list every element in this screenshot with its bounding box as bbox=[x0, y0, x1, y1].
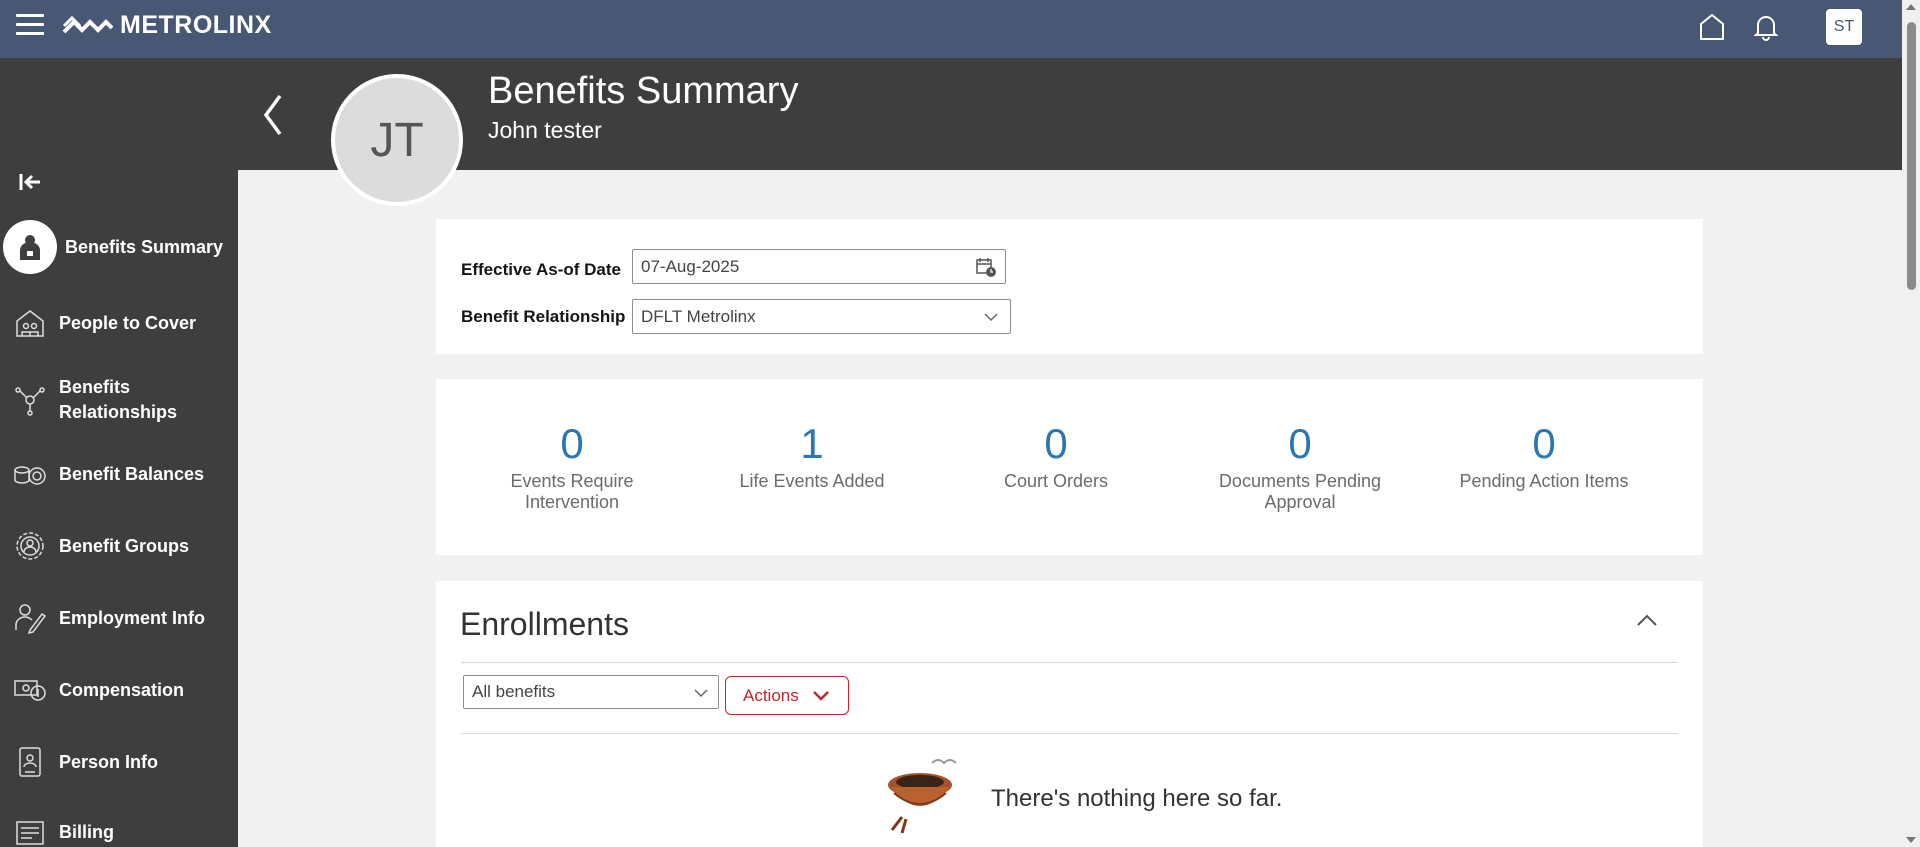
id-card-icon bbox=[13, 745, 47, 779]
sidebar-item-label: Benefit Groups bbox=[59, 535, 190, 556]
benefit-relationship-select[interactable]: DFLT Metrolinx bbox=[632, 299, 1011, 334]
stat-events-require-intervention[interactable]: 0 Events Require Intervention bbox=[462, 421, 682, 513]
stat-life-events-added[interactable]: 1 Life Events Added bbox=[702, 421, 922, 492]
sidebar-item-person-info[interactable]: Person Info bbox=[0, 745, 238, 779]
sidebar-item-compensation[interactable]: Compensation bbox=[0, 673, 238, 707]
sidebar-item-benefit-balances[interactable]: Benefit Balances bbox=[0, 457, 238, 491]
collapse-enrollments-icon[interactable] bbox=[1636, 613, 1658, 627]
chevron-down-icon bbox=[984, 313, 998, 322]
page-title: Benefits Summary bbox=[488, 70, 799, 112]
stat-value: 0 bbox=[560, 420, 584, 467]
divider bbox=[461, 733, 1678, 734]
chevron-down-icon bbox=[694, 689, 708, 698]
top-bar: METROLINX ST bbox=[0, 0, 1902, 58]
stat-label: Pending Action Items bbox=[1459, 471, 1629, 491]
empty-state-message: There's nothing here so far. bbox=[991, 785, 1283, 812]
money-icon bbox=[13, 673, 47, 707]
sidebar-item-label: Benefits Summary bbox=[65, 236, 224, 257]
bill-icon bbox=[13, 815, 47, 847]
stat-label: Life Events Added bbox=[739, 471, 885, 491]
sidebar-item-benefits-summary[interactable]: Benefits Summary bbox=[0, 220, 238, 274]
network-icon bbox=[13, 383, 47, 417]
sidebar-item-label: Compensation bbox=[59, 679, 185, 700]
stat-value: 0 bbox=[1288, 420, 1312, 467]
effective-date-input[interactable]: 07-Aug-2025 bbox=[632, 249, 1006, 284]
sidebar-item-label: Benefit Balances bbox=[59, 463, 205, 484]
sidebar-item-label: Employment Info bbox=[59, 607, 206, 628]
divider bbox=[461, 662, 1678, 663]
user-avatar-button[interactable]: ST bbox=[1826, 9, 1862, 45]
menu-icon[interactable] bbox=[16, 14, 44, 36]
stat-value: 0 bbox=[1532, 420, 1556, 467]
effective-date-label: Effective As-of Date bbox=[461, 260, 621, 279]
sidebar-item-label: Person Info bbox=[59, 751, 159, 772]
stat-court-orders[interactable]: 0 Court Orders bbox=[946, 421, 1166, 492]
stat-pending-action-items[interactable]: 0 Pending Action Items bbox=[1434, 421, 1654, 492]
benefit-relationship-value: DFLT Metrolinx bbox=[641, 306, 756, 326]
person-name: John tester bbox=[488, 117, 602, 143]
benefit-relationship-label: Benefit Relationship bbox=[461, 307, 626, 326]
bell-icon[interactable] bbox=[1750, 11, 1782, 43]
sidebar-item-billing[interactable]: Billing bbox=[0, 815, 238, 847]
empty-nest-icon bbox=[888, 759, 957, 834]
actions-button[interactable]: Actions bbox=[725, 676, 849, 715]
collapse-sidebar-icon[interactable] bbox=[18, 170, 44, 194]
coins-target-icon bbox=[13, 457, 47, 491]
effective-date-value: 07-Aug-2025 bbox=[641, 256, 740, 276]
person-avatar: JT bbox=[331, 74, 463, 206]
scroll-up-icon[interactable] bbox=[1906, 4, 1916, 10]
stat-label: Events Require Intervention bbox=[510, 471, 634, 512]
enrollments-title: Enrollments bbox=[460, 606, 629, 642]
calendar-icon[interactable] bbox=[975, 256, 997, 278]
sidebar-item-label: Benefits Relationships bbox=[59, 377, 178, 422]
sidebar-item-benefits-relationships[interactable]: Benefits Relationships bbox=[0, 375, 238, 425]
scroll-down-icon[interactable] bbox=[1906, 837, 1916, 843]
person-pen-icon bbox=[13, 601, 47, 635]
stat-value: 0 bbox=[1044, 420, 1068, 467]
sidebar-item-employment-info[interactable]: Employment Info bbox=[0, 601, 238, 635]
stat-label: Court Orders bbox=[1003, 471, 1109, 491]
brand-logo[interactable]: METROLINX bbox=[62, 10, 272, 40]
metrolinx-logo-icon bbox=[62, 15, 114, 34]
home-icon[interactable] bbox=[1696, 11, 1728, 43]
chevron-down-icon bbox=[812, 690, 829, 701]
sidebar-item-people-to-cover[interactable]: People to Cover bbox=[0, 306, 238, 340]
scrollbar-thumb[interactable] bbox=[1907, 22, 1916, 290]
person-badge-icon bbox=[3, 220, 57, 274]
page-scrollbar[interactable] bbox=[1902, 0, 1920, 847]
sidebar-item-label: Billing bbox=[59, 821, 114, 842]
gear-person-icon bbox=[13, 529, 47, 563]
stat-value: 1 bbox=[800, 420, 824, 467]
brand-name: METROLINX bbox=[120, 10, 272, 39]
benefits-filter-select[interactable]: All benefits bbox=[463, 675, 719, 709]
sidebar-item-benefit-groups[interactable]: Benefit Groups bbox=[0, 529, 238, 563]
sidebar-item-label: People to Cover bbox=[59, 312, 197, 333]
house-people-icon bbox=[13, 306, 47, 340]
stat-label: Documents Pending Approval bbox=[1218, 471, 1382, 512]
filters-card bbox=[436, 219, 1703, 354]
back-button[interactable] bbox=[258, 92, 288, 138]
actions-label: Actions bbox=[743, 685, 799, 705]
stat-documents-pending-approval[interactable]: 0 Documents Pending Approval bbox=[1190, 421, 1410, 513]
benefits-filter-value: All benefits bbox=[472, 682, 556, 701]
